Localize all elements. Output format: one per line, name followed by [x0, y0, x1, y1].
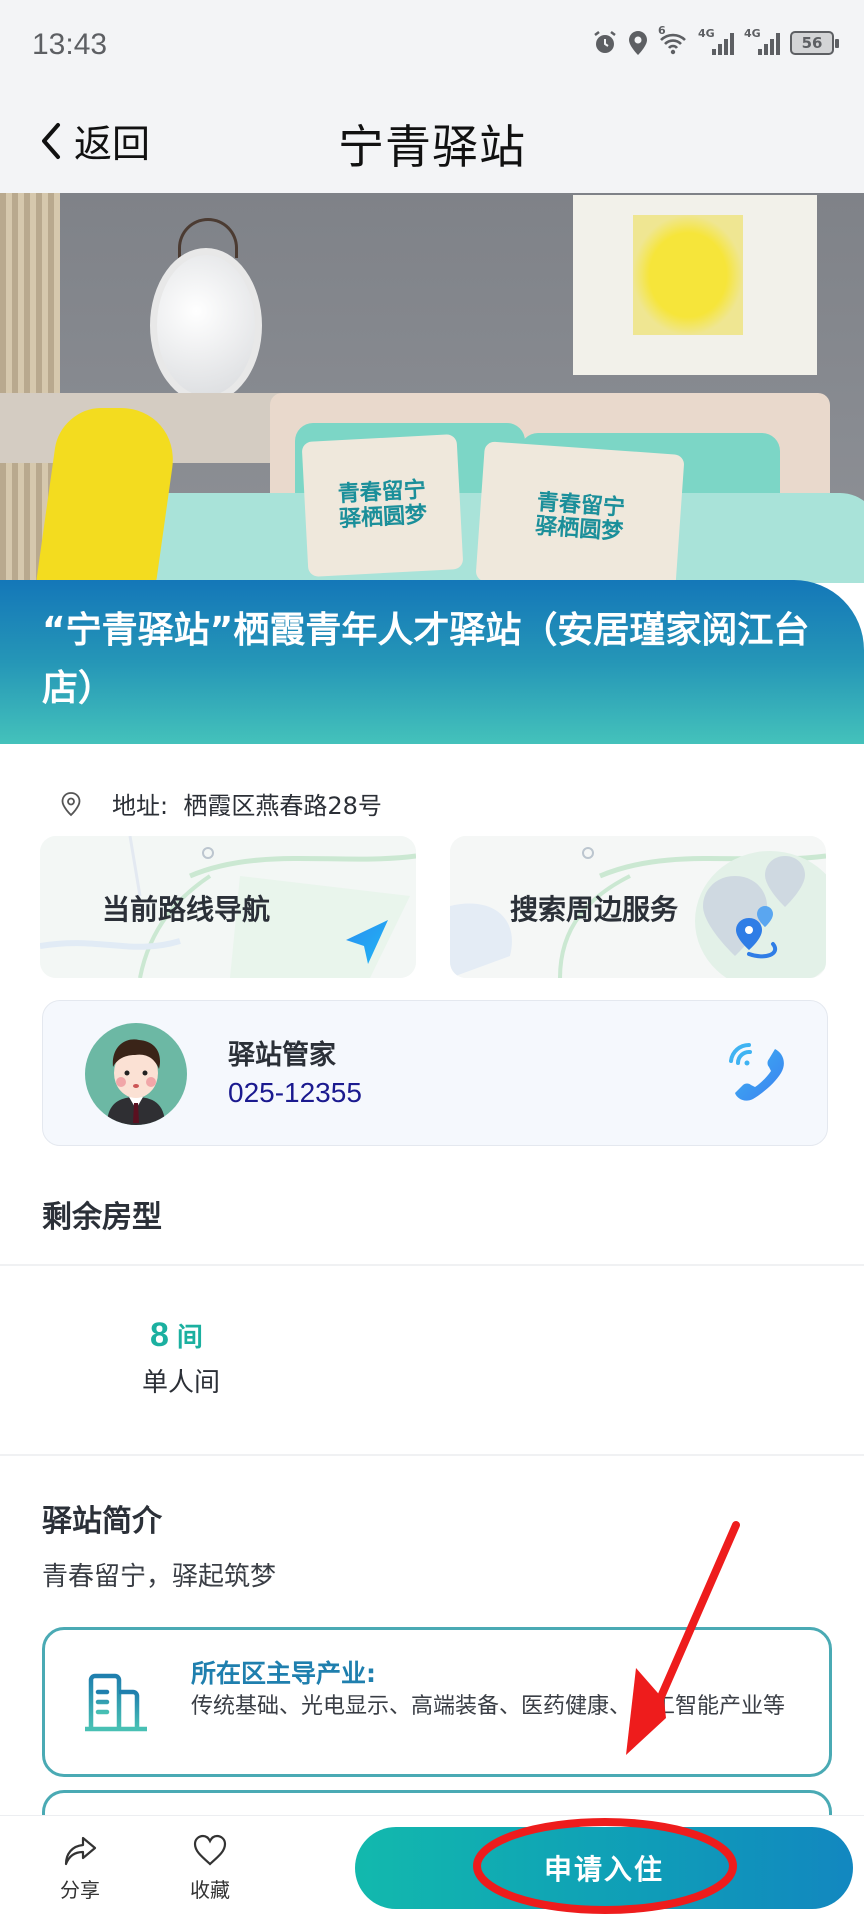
room-type[interactable]: 单人间 [142, 1362, 220, 1399]
favorite-button[interactable]: 收藏 [190, 1834, 230, 1903]
location-pin-icon [61, 791, 81, 816]
wifi-icon: 6 [658, 24, 688, 56]
wifi-tag: 6 [658, 24, 666, 37]
apply-checkin-button[interactable]: 申请入住 [355, 1827, 853, 1909]
industry-description: 传统基础、光电显示、高端装备、医药健康、人工智能产业等 [191, 1694, 786, 1719]
building-icon [85, 1673, 147, 1732]
station-title-band: “宁青驿站”栖霞青年人才驿站（安居瑾家阅江台店） [0, 580, 864, 744]
address-text: 地址: 栖霞区燕春路28号 [112, 786, 382, 821]
signal-4g-icon: 4G [744, 27, 780, 55]
hero-mirror [150, 248, 262, 403]
address-row: 地址: 栖霞区燕春路28号 [60, 786, 382, 821]
nearby-pins-icon [736, 906, 777, 959]
phone-call-icon[interactable] [725, 1039, 791, 1105]
battery-icon: 56 [790, 31, 839, 55]
hero-cushion: 青春留宁 驿栖圆梦 [475, 441, 685, 583]
room-count-number: 8 [150, 1316, 169, 1354]
location-icon [629, 31, 647, 55]
manager-title: 驿站管家 [228, 1040, 336, 1071]
signal-4g-icon: 4G [698, 27, 734, 55]
room-count-unit: 间 [176, 1323, 203, 1353]
status-bar: 13:43 6 4G 4G 56 [0, 0, 864, 95]
nearby-services-label: 搜索周边服务 [510, 893, 679, 926]
nav-bar: 返回 宁青驿站 [0, 95, 864, 193]
heart-icon [193, 1834, 227, 1866]
status-icons: 6 4G 4G 56 [592, 24, 839, 56]
divider [0, 1264, 864, 1266]
alarm-icon [594, 31, 616, 53]
address-value: 栖霞区燕春路28号 [183, 792, 382, 820]
route-navigation-label: 当前路线导航 [102, 893, 271, 926]
share-icon [64, 1836, 97, 1866]
signal-tag: 4G [744, 27, 761, 40]
navigation-arrow-icon [346, 920, 388, 964]
intro-section-title: 驿站简介 [42, 1504, 162, 1539]
apply-checkin-label: 申请入住 [543, 1853, 664, 1886]
battery-level: 56 [801, 34, 823, 52]
room-count: 8 间 [150, 1316, 203, 1355]
share-label: 分享 [60, 1878, 100, 1902]
manager-phone[interactable]: 025-12355 [228, 1077, 362, 1109]
hero-wall-art [573, 195, 817, 375]
industry-title: 所在区主导产业: [191, 1659, 376, 1688]
industry-card: 所在区主导产业: 传统基础、光电显示、高端装备、医药健康、人工智能产业等 [42, 1627, 832, 1777]
intro-slogan: 青春留宁，驿起筑梦 [42, 1562, 277, 1592]
divider [0, 1454, 864, 1456]
station-name: “宁青驿站”栖霞青年人才驿站（安居瑾家阅江台店） [42, 610, 810, 709]
nearby-services-button[interactable]: 搜索周边服务 [450, 836, 826, 978]
hero-cushion: 青春留宁 驿栖圆梦 [301, 434, 464, 577]
page-title: 宁青驿站 [338, 120, 526, 174]
hero-image[interactable]: 青春留宁 驿栖圆梦 青春留宁 驿栖圆梦 [0, 193, 864, 583]
status-time: 13:43 [32, 28, 108, 61]
manager-avatar [85, 1023, 187, 1125]
station-manager-card: 驿站管家 025-12355 [42, 1000, 828, 1146]
signal-tag: 4G [698, 27, 715, 40]
cushion-text: 青春留宁 驿栖圆梦 [337, 478, 428, 532]
rooms-section-title: 剩余房型 [42, 1200, 162, 1235]
share-button[interactable]: 分享 [60, 1834, 100, 1903]
route-navigation-button[interactable]: 当前路线导航 [40, 836, 416, 978]
cushion-text: 青春留宁 驿栖圆梦 [534, 489, 626, 546]
favorite-label: 收藏 [190, 1878, 230, 1902]
address-label: 地址: [112, 792, 169, 820]
